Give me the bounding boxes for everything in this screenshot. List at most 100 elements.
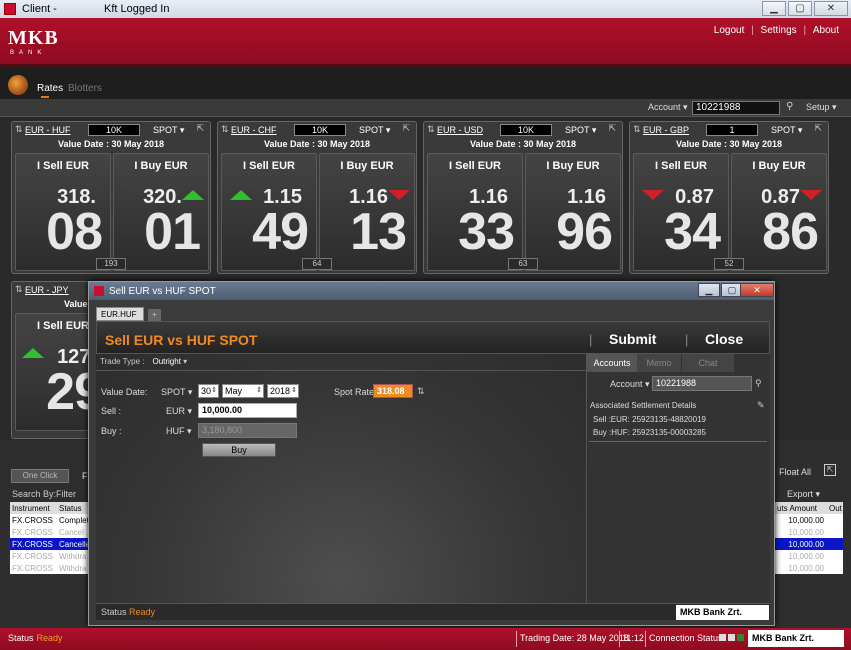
bank-name: MKB Bank Zrt.	[748, 630, 844, 647]
maximize-button[interactable]: ▢	[788, 1, 812, 16]
dialog-account-input[interactable]: 10221988	[652, 376, 752, 391]
tile-amount[interactable]: 1	[706, 124, 758, 136]
sell-currency-select[interactable]: EUR ▾	[166, 406, 192, 417]
popout-icon[interactable]: ⇱	[402, 123, 410, 134]
search-by-label: Search By:	[12, 489, 57, 499]
swap-rate-icon[interactable]: ⇅	[417, 386, 425, 397]
table-row[interactable]: FX.CROSS Complet	[10, 514, 91, 526]
search-icon[interactable]: ⚲	[786, 101, 793, 112]
col-instrument[interactable]: Instrument	[10, 502, 57, 514]
buy-label: I Buy EUR	[340, 160, 394, 172]
setup-menu[interactable]: Setup ▾	[806, 102, 837, 113]
one-click-button[interactable]: One Click	[11, 469, 69, 483]
popout-icon[interactable]: ⇱	[608, 123, 616, 134]
search-icon[interactable]: ⚲	[755, 378, 762, 389]
spot-select[interactable]: SPOT ▾	[161, 387, 192, 398]
sell-panel[interactable]: I Sell EUR 318. 08	[15, 153, 111, 271]
account-select[interactable]: Account ▾	[610, 379, 650, 390]
status-bar: Status Ready Trading Date: 28 May 2018 11…	[0, 628, 851, 650]
about-link[interactable]: About	[813, 25, 839, 36]
sell-panel[interactable]: I Sell EUR 1.15 49	[221, 153, 317, 271]
tile-amount[interactable]: 10K	[294, 124, 346, 136]
tile-pair[interactable]: EUR - JPY	[25, 285, 69, 295]
header-divider: |	[589, 332, 593, 347]
buy-panel[interactable]: I Buy EUR 1.16 96	[525, 153, 621, 271]
sell-amount-input[interactable]: 10,000.00	[198, 403, 297, 418]
table-row[interactable]: FX.CROSS Withdra	[10, 562, 91, 574]
main-nav: Rates Blotters	[0, 64, 851, 99]
swap-icon[interactable]: ⇅	[221, 124, 229, 135]
dialog-titlebar[interactable]: Sell EUR vs HUF SPOT ▁ ▢ ✕	[89, 282, 774, 300]
col-status[interactable]: Status	[57, 502, 90, 514]
tab-memo[interactable]: Memo	[637, 354, 681, 372]
close-button[interactable]: Close	[705, 331, 743, 347]
swap-icon[interactable]: ⇅	[633, 124, 641, 135]
up-arrow-icon	[182, 190, 204, 200]
value-date: Value Date : 30 May 2018	[675, 139, 783, 149]
col-out[interactable]: Out	[827, 502, 843, 514]
sell-label: I Sell EUR	[655, 160, 707, 172]
tile-pair[interactable]: EUR - HUF	[25, 125, 71, 135]
minimize-button[interactable]: ▁	[762, 1, 786, 16]
tile-type[interactable]: SPOT ▾	[771, 125, 802, 136]
float-all-link[interactable]: Float All	[779, 467, 811, 477]
buy-label: I Buy EUR	[134, 160, 188, 172]
tab-blotters[interactable]: Blotters	[68, 83, 102, 94]
value-date-label: Value Date:	[101, 387, 148, 397]
buy-button[interactable]: Buy	[202, 443, 276, 457]
blotter-table-left: Instrument Status FX.CROSS Complet FX.CROS…	[10, 502, 91, 574]
table-row[interactable]: FX.CROSS Cancel	[10, 526, 91, 538]
add-tab-button[interactable]: +	[148, 309, 161, 321]
buy-currency-select[interactable]: HUF ▾	[166, 426, 192, 437]
spread-indicator: 52	[714, 258, 744, 270]
swirl-logo-icon	[8, 75, 28, 95]
tile-pair[interactable]: EUR - GBP	[643, 125, 689, 135]
popout-icon[interactable]: ⇱	[196, 123, 204, 134]
tile-amount[interactable]: 10K	[500, 124, 552, 136]
sell-panel[interactable]: I Sell EUR 0.87 34	[633, 153, 729, 271]
settings-link[interactable]: Settings	[761, 25, 797, 36]
account-label[interactable]: Account ▾	[648, 102, 688, 113]
close-window-button[interactable]: ✕	[814, 1, 848, 16]
col-amount[interactable]: uts Amount	[775, 502, 827, 514]
tab-accounts[interactable]: Accounts	[587, 354, 637, 372]
day-select[interactable]: 30 ⇕	[198, 384, 219, 398]
swap-icon[interactable]: ⇅	[427, 124, 435, 135]
sell-panel[interactable]: I Sell EUR 1.16 33	[427, 153, 523, 271]
account-input[interactable]: 10221988	[692, 101, 780, 115]
dialog-minimize-button[interactable]: ▁	[698, 283, 720, 297]
trade-type[interactable]: Trade Type : Outright ▾	[100, 357, 187, 366]
submit-button[interactable]: Submit	[609, 331, 656, 347]
tab-rates[interactable]: Rates	[37, 83, 63, 94]
edit-icon[interactable]: ✎	[757, 400, 765, 411]
tile-type[interactable]: SPOT ▾	[565, 125, 596, 136]
year-select[interactable]: 2018 ⇕	[267, 384, 299, 398]
tab-eur-huf[interactable]: EUR.HUF ×	[96, 307, 144, 328]
buy-panel[interactable]: I Buy EUR 1.16 13	[319, 153, 415, 271]
table-row[interactable]: FX.CROSS Withdra	[10, 550, 91, 562]
logout-link[interactable]: Logout	[714, 25, 745, 36]
table-row-selected[interactable]: FX.CROSS Cancelle	[10, 538, 91, 550]
tile-type[interactable]: SPOT ▾	[359, 125, 390, 136]
filter-field[interactable]: Filter	[56, 489, 76, 499]
dialog-close-button[interactable]: ✕	[740, 283, 774, 297]
tile-amount[interactable]: 10K	[88, 124, 140, 136]
trading-date: Trading Date: 28 May 2018	[520, 633, 629, 643]
tile-type[interactable]: SPOT ▾	[153, 125, 184, 136]
popout-icon[interactable]: ⇱	[814, 123, 822, 134]
spot-rate-field[interactable]: 318.08	[373, 384, 413, 398]
buy-panel[interactable]: I Buy EUR 0.87 86	[731, 153, 827, 271]
tile-pair[interactable]: EUR - USD	[437, 125, 483, 135]
buy-panel[interactable]: I Buy EUR 320. 01	[113, 153, 209, 271]
swap-icon[interactable]: ⇅	[15, 284, 23, 295]
tab-chat[interactable]: Chat	[682, 354, 734, 372]
sell-eur-vs-huf-dialog: Sell EUR vs HUF SPOT ▁ ▢ ✕ EUR.HUF × + S…	[88, 281, 775, 626]
tile-pair[interactable]: EUR - CHF	[231, 125, 277, 135]
filter-tab-fragment[interactable]: F	[82, 471, 88, 481]
spread-indicator: 193	[96, 258, 126, 270]
divider	[589, 441, 767, 442]
swap-icon[interactable]: ⇅	[15, 124, 23, 135]
month-select[interactable]: May ⇕	[222, 384, 264, 398]
popout-icon[interactable]: ⇱	[824, 464, 836, 476]
export-menu[interactable]: Export ▾	[787, 489, 820, 500]
